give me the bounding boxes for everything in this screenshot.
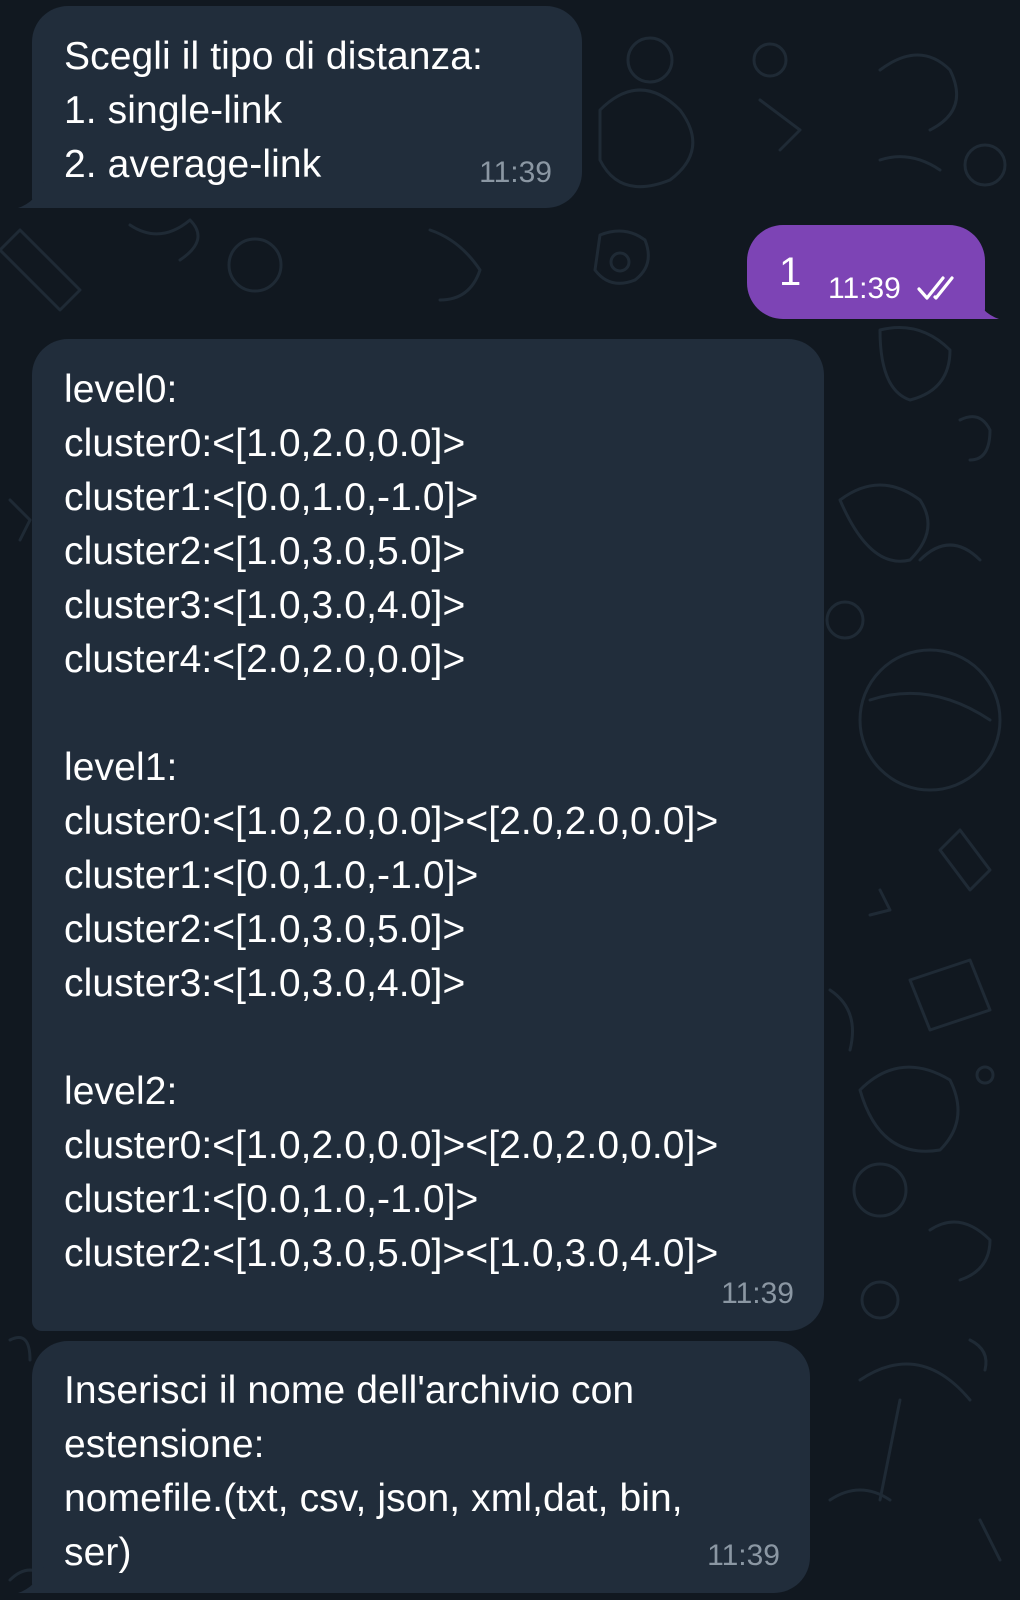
message-text: Inserisci il nome dell'archivio con este… <box>64 1369 683 1574</box>
outgoing-message-bubble[interactable]: 1 11:39 <box>747 225 999 319</box>
message-text: Scegli il tipo di distanza: 1. single-li… <box>64 35 483 186</box>
bubble-tail-icon <box>18 1567 44 1593</box>
message-time: 11:39 <box>707 1539 780 1572</box>
message-time: 11:39 <box>479 156 552 189</box>
message-time: 11:39 <box>721 1277 794 1310</box>
incoming-message-bubble[interactable]: Scegli il tipo di distanza: 1. single-li… <box>18 6 582 208</box>
double-check-icon <box>917 276 954 300</box>
message-time: 11:39 <box>828 272 901 305</box>
incoming-message-bubble[interactable]: Inserisci il nome dell'archivio con este… <box>18 1341 810 1593</box>
bubble-tail-icon <box>973 293 999 319</box>
incoming-message-bubble[interactable]: level0: cluster0:<[1.0,2.0,0.0]> cluster… <box>32 339 824 1331</box>
message-text: 1 <box>779 250 802 294</box>
bubble-tail-icon <box>18 182 44 208</box>
message-text: level0: cluster0:<[1.0,2.0,0.0]> cluster… <box>64 368 719 1275</box>
